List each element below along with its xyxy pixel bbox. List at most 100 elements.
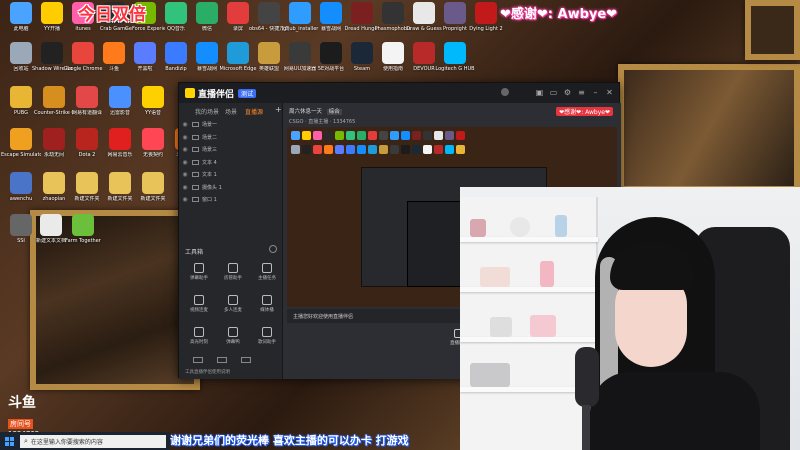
desktop-icon[interactable]: 此电脑 xyxy=(4,2,38,42)
scene-row[interactable]: ◉ 窗口 1 xyxy=(181,194,279,205)
desktop-icon[interactable]: 斗鱼 xyxy=(97,42,131,82)
desktop-icon[interactable]: Steam xyxy=(345,42,379,82)
desktop-icon[interactable]: Propnight xyxy=(438,2,472,42)
gift-icon[interactable]: ▣ xyxy=(535,88,544,97)
desktop-icon[interactable]: 新建文本文档 xyxy=(34,214,68,254)
desktop-icon[interactable]: Dota 2 xyxy=(70,128,104,168)
scene-row[interactable]: ◉ 场景二 xyxy=(181,132,279,143)
app-titlebar[interactable]: 直播伴侣 测试 ▣ ▭ ⚙ ≡ – ✕ xyxy=(179,83,619,103)
desktop-icon[interactable]: Bandizip xyxy=(159,42,193,82)
desktop-icon[interactable]: obs64 - 快捷方式 xyxy=(249,2,289,42)
tool-extra-icon[interactable] xyxy=(217,357,227,363)
tool-extra-icon[interactable] xyxy=(241,357,251,363)
visibility-eye-icon[interactable]: ◉ xyxy=(181,146,189,153)
wallpaper-painting-frame xyxy=(745,0,800,60)
desktop-icon[interactable]: 回收站 xyxy=(4,42,38,82)
desktop-icon[interactable]: Dying Light 2 xyxy=(469,2,503,42)
tab-scenes[interactable]: 场景 xyxy=(225,107,237,116)
visibility-eye-icon[interactable]: ◉ xyxy=(181,171,189,178)
tab-my-scenes[interactable]: 我的场景 xyxy=(195,107,219,116)
user-avatar[interactable] xyxy=(501,88,509,96)
desktop-icon[interactable]: YY语音 xyxy=(136,86,170,126)
desktop-icon[interactable]: 迅雷影音 xyxy=(103,86,137,126)
desktop-icon[interactable]: lghub_installer xyxy=(282,2,318,42)
double-reward-banner: 今日双倍 xyxy=(78,4,146,25)
scene-row[interactable]: ◉ 文本 1 xyxy=(181,169,279,180)
visibility-eye-icon[interactable]: ◉ xyxy=(181,121,189,128)
tool-button[interactable]: 弹幕助手 xyxy=(183,263,215,291)
scene-row[interactable]: ◉ 摄像头 1 xyxy=(181,182,279,193)
app-icon xyxy=(142,172,164,194)
source-type-icon xyxy=(192,147,199,152)
tool-button[interactable]: 高光时刻 xyxy=(183,327,215,355)
tool-button[interactable]: 视频连麦 xyxy=(183,295,215,323)
add-source-icon[interactable]: + xyxy=(275,105,282,114)
taskbar-search[interactable]: ⌕ 在这里输入你要搜索的内容 xyxy=(20,434,166,448)
desktop-icon[interactable]: YY开播 xyxy=(35,2,69,42)
desktop-icon[interactable]: DEVOUR xyxy=(407,42,441,82)
scene-row[interactable]: ◉ 文本 4 xyxy=(181,157,279,168)
desktop-icon[interactable]: Phasmophobia xyxy=(375,2,411,42)
scene-label: 场景一 xyxy=(202,122,218,128)
desktop-icon[interactable]: 暴雪战网 xyxy=(190,42,224,82)
tool-button[interactable]: 房管助手 xyxy=(217,263,249,291)
desktop-icon[interactable]: 新建文件夹 xyxy=(70,172,104,212)
desktop-icon[interactable]: Shadow Wire Sound xyxy=(32,42,72,82)
app-icon xyxy=(165,2,187,24)
desktop-icon[interactable]: Draw & Guess xyxy=(406,2,442,42)
desktop-icon[interactable]: Logitech G HUB xyxy=(435,42,475,82)
desktop-icon[interactable]: 录屏 xyxy=(221,2,255,42)
tool-button[interactable]: 媒体播 xyxy=(251,295,283,323)
desktop-icon[interactable]: Counter-Strike Global Offensive xyxy=(34,86,74,126)
desktop-icon[interactable]: SSI xyxy=(4,214,38,254)
desktop-icon[interactable]: Microsoft Edge xyxy=(220,42,256,82)
desktop-icon[interactable]: Escape Simulator xyxy=(1,128,41,168)
desktop-icon[interactable]: awenchu xyxy=(4,172,38,212)
scene-row[interactable]: ◉ 场景一 xyxy=(181,119,279,130)
tool-button[interactable]: 弹幕鸭 xyxy=(217,327,249,355)
desktop-icon[interactable]: 使用指南 xyxy=(376,42,410,82)
visibility-eye-icon[interactable]: ◉ xyxy=(181,134,189,141)
menu-icon[interactable]: ≡ xyxy=(577,88,586,97)
start-button[interactable] xyxy=(0,432,18,450)
preview-mini-icon xyxy=(412,145,421,154)
scrolling-message: 谢谢兄弟们的荧光棒 喜欢主播的可以办卡 打游戏 xyxy=(170,434,409,447)
scene-row[interactable]: ◉ 场景三 xyxy=(181,144,279,155)
desktop-icon[interactable]: 网易云音乐 xyxy=(103,128,137,168)
message-icon[interactable]: ▭ xyxy=(549,88,558,97)
settings-icon[interactable]: ⚙ xyxy=(563,88,572,97)
preview-mini-icon xyxy=(346,131,355,140)
desktop-icon[interactable]: Farm Together xyxy=(65,214,101,254)
search-icon: ⌕ xyxy=(24,436,28,445)
stream-title[interactable]: 周六休息一天 xyxy=(289,109,322,115)
tool-extra-icon[interactable] xyxy=(193,357,203,363)
desktop-icon[interactable]: 开黑啦 xyxy=(128,42,162,82)
tab-sources[interactable]: 直播源 xyxy=(245,107,263,116)
desktop-icon[interactable]: 5E对战平台 xyxy=(314,42,348,82)
stream-tag[interactable]: 综合 xyxy=(326,109,342,115)
desktop-icon[interactable]: 暴雪战网 xyxy=(314,2,348,42)
close-icon[interactable]: ✕ xyxy=(605,88,614,97)
desktop-icon[interactable]: 永劫无间 xyxy=(37,128,71,168)
desktop-icon[interactable]: 英雄联盟 xyxy=(252,42,286,82)
desktop-icon[interactable]: 新建文件夹 xyxy=(103,172,137,212)
tool-button[interactable]: 歌词助手 xyxy=(251,327,283,355)
minimize-icon[interactable]: – xyxy=(591,88,600,97)
desktop-icon[interactable]: Google Chrome xyxy=(64,42,102,82)
desktop-icon[interactable]: PUBG xyxy=(4,86,38,126)
desktop-icon[interactable]: 新建文件夹 xyxy=(136,172,170,212)
tool-button[interactable]: 主播任务 xyxy=(251,263,283,291)
desktop-icon[interactable]: 网易有道翻译 xyxy=(70,86,104,126)
desktop-icon[interactable]: QQ音乐 xyxy=(159,2,193,42)
footer-help-text[interactable]: 工具直播伴侣使用说明 xyxy=(185,369,230,375)
desktop-icon[interactable]: Dread Hunger xyxy=(344,2,380,42)
desktop-icon[interactable]: zhaopian xyxy=(37,172,71,212)
desktop-icon[interactable]: 微信 xyxy=(190,2,224,42)
tool-button[interactable]: 多人连麦 xyxy=(217,295,249,323)
visibility-eye-icon[interactable]: ◉ xyxy=(181,196,189,203)
desktop-icon[interactable]: 无畏契约 xyxy=(136,128,170,168)
tools-more-icon[interactable] xyxy=(269,245,277,253)
visibility-eye-icon[interactable]: ◉ xyxy=(181,184,189,191)
desktop-icon[interactable]: 网易UU加速器 xyxy=(283,42,317,82)
visibility-eye-icon[interactable]: ◉ xyxy=(181,159,189,166)
